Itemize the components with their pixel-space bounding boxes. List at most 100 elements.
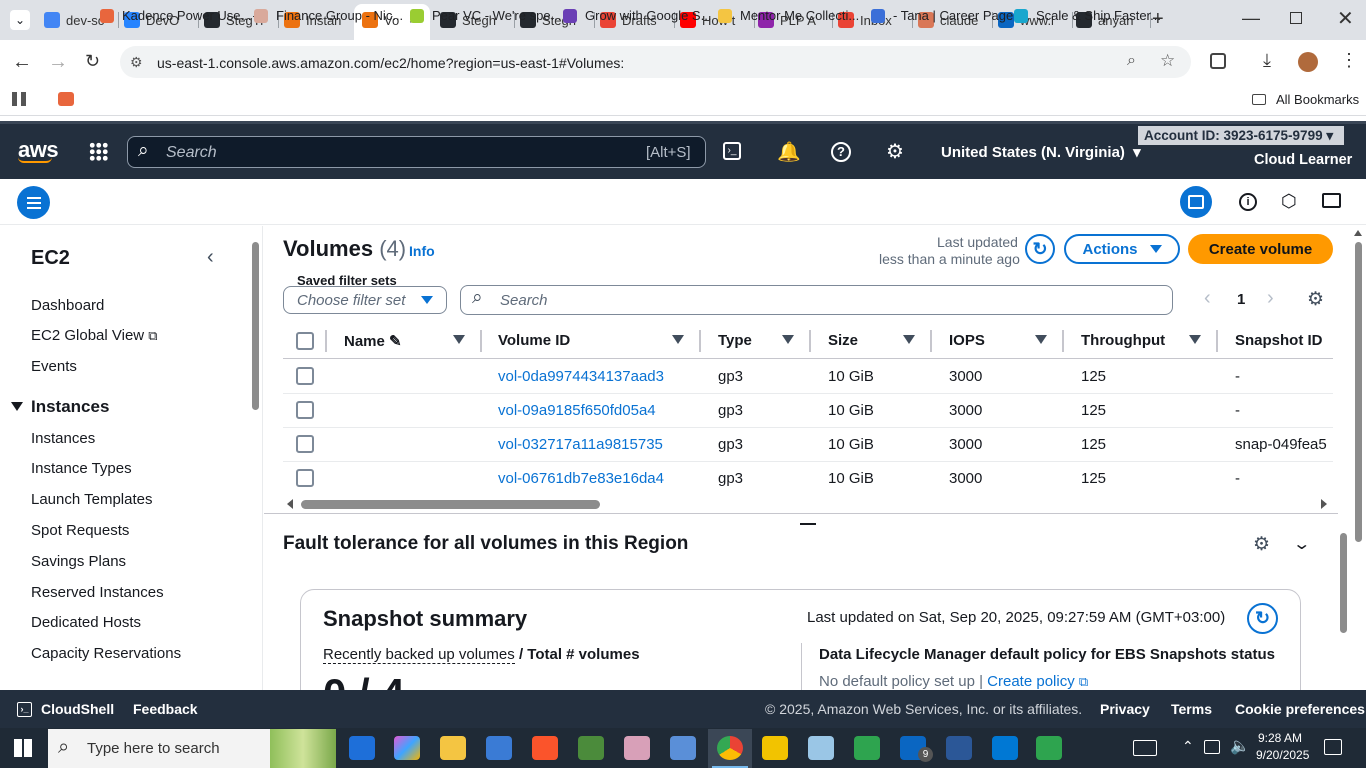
table-row[interactable] [283,393,1333,427]
minimize-button[interactable]: — [1242,8,1260,29]
cloudshell-button[interactable]: ›_ CloudShell [17,701,114,717]
volume-id-link[interactable]: vol-032717a11a9815735 [498,436,663,453]
tab-search-icon[interactable]: ⌄ [10,10,30,30]
sidebar-title[interactable]: EC2 [31,247,70,270]
services-menu-icon[interactable] [89,142,108,161]
table-row[interactable] [283,359,1333,393]
terms-link[interactable]: Terms [1171,701,1212,717]
start-button[interactable] [14,739,32,757]
refresh-button[interactable]: ↻ [1025,234,1055,264]
volume-icon[interactable]: 🔈 [1230,736,1250,756]
info-link[interactable]: Info [409,243,435,259]
saved-filter-select[interactable]: Choose filter set [283,286,447,314]
hexagon-icon[interactable]: ⬡ [1281,191,1297,212]
table-row[interactable] [283,461,1333,495]
clock-time[interactable]: 9:28 AM [1258,731,1302,745]
panel-scrollbar[interactable] [1340,533,1347,633]
privacy-link[interactable]: Privacy [1100,701,1150,717]
powershell-icon[interactable] [946,736,972,760]
sidebar-item-instances[interactable]: Instances [31,430,95,447]
site-info-icon[interactable]: ⚙ [130,54,143,71]
chrome-icon[interactable] [717,736,743,760]
sidebar-item-savings-plans[interactable]: Savings Plans [31,553,126,570]
sort-icon[interactable] [672,335,684,344]
region-selector[interactable]: United States (N. Virginia) ▾ [941,143,1141,161]
prev-page-icon[interactable]: ‹ [1204,287,1211,310]
profile-avatar[interactable] [1298,52,1318,72]
hamburger-menu-icon[interactable] [17,186,50,219]
bookmark-item[interactable]: Finance Group - Nic... [254,8,403,23]
create-policy-link[interactable]: Create policy [987,673,1075,690]
all-bookmarks[interactable]: All Bookmarks [1252,92,1359,107]
sidebar-item-launch-templates[interactable]: Launch Templates [31,491,152,508]
bookmark-icon[interactable] [58,92,74,106]
user-name[interactable]: Cloud Learner [1254,152,1352,168]
bookmark-item[interactable]: Pear VC - We're spe... [410,8,561,23]
main-scrollbar[interactable] [1355,242,1362,542]
bookmark-item[interactable]: Mentor Me Collecti... [718,8,859,23]
monitor-icon[interactable] [1322,193,1341,208]
layout-icon[interactable] [1180,186,1212,218]
create-volume-button[interactable]: Create volume [1188,234,1333,264]
select-all-checkbox[interactable] [296,332,314,350]
sidebar-item-capacity-reservations[interactable]: Capacity Reservations [31,645,181,662]
page-number[interactable]: 1 [1237,291,1245,308]
sidebar-item-dedicated-hosts[interactable]: Dedicated Hosts [31,614,141,631]
notifications-icon[interactable]: 🔔 [777,140,801,164]
sidebar-item-global-view[interactable]: EC2 Global View ⧉ [31,327,158,344]
column-header-type[interactable]: Type [718,332,752,349]
app-icon[interactable] [349,736,375,760]
app-icon[interactable] [762,736,788,760]
next-page-icon[interactable]: › [1267,287,1274,310]
bookmark-item[interactable]: Scale & Ship Faster... [1014,8,1161,23]
bookmark-item[interactable]: - Tana | Career Page [871,8,1013,23]
settings-icon[interactable]: ⚙ [886,139,904,164]
account-badge[interactable]: Account ID: 3923-6175-9799 ▾ [1138,126,1344,145]
scroll-right-icon[interactable] [1321,499,1327,509]
sidebar-item-events[interactable]: Events [31,358,77,375]
volumes-search-input[interactable] [460,285,1173,315]
row-checkbox[interactable] [296,469,314,487]
git-icon[interactable] [854,736,880,760]
snapshot-refresh-button[interactable]: ↻ [1247,603,1278,634]
extensions-icon[interactable] [1210,53,1226,69]
feedback-link[interactable]: Feedback [133,701,198,717]
zoom-icon[interactable]: ⌕ [1127,52,1136,70]
keyboard-icon[interactable] [1133,740,1157,756]
preferences-icon[interactable]: ⚙ [1307,288,1324,311]
sidebar-scrollbar[interactable] [252,242,259,410]
bookmark-item[interactable]: Grow with Google S... [563,8,711,23]
app-icon[interactable] [578,736,604,760]
app-icon[interactable] [808,736,834,760]
collapse-panel-icon[interactable]: ⌄ [1292,534,1311,554]
column-header-name[interactable]: Name ✎ [344,332,402,350]
sort-icon[interactable] [903,335,915,344]
column-header-volume-id[interactable]: Volume ID [498,332,570,349]
actions-button[interactable]: Actions [1064,234,1180,264]
sort-icon[interactable] [782,335,794,344]
sort-icon[interactable] [1189,335,1201,344]
resize-handle[interactable] [800,523,816,525]
sidebar-section-instances[interactable]: Instances [31,397,109,417]
volume-id-link[interactable]: vol-0da9974434137aad3 [498,368,664,385]
clock-date[interactable]: 9/20/2025 [1256,748,1309,762]
collapse-sidebar-icon[interactable]: ‹ [207,246,214,269]
reload-icon[interactable]: ↻ [85,51,100,72]
sort-icon[interactable] [1035,335,1047,344]
notification-center-icon[interactable] [1324,739,1342,755]
help-icon[interactable]: ? [831,142,851,162]
bookmark-star-icon[interactable]: ☆ [1160,51,1175,71]
tray-expand-icon[interactable]: ⌃ [1182,738,1194,755]
info-panel-icon[interactable]: i [1239,193,1257,211]
app-icon[interactable] [670,736,696,760]
back-icon[interactable]: ← [12,51,32,74]
sidebar-item-dashboard[interactable]: Dashboard [31,297,104,314]
download-icon[interactable]: ⤓ [1263,50,1271,71]
row-checkbox[interactable] [296,401,314,419]
app-icon[interactable] [624,736,650,760]
row-checkbox[interactable] [296,367,314,385]
network-icon[interactable] [1204,740,1220,754]
brave-icon[interactable] [532,736,558,760]
cloudshell-icon[interactable]: ›_ [723,142,741,160]
column-header-snapshot-id[interactable]: Snapshot ID [1235,332,1323,349]
